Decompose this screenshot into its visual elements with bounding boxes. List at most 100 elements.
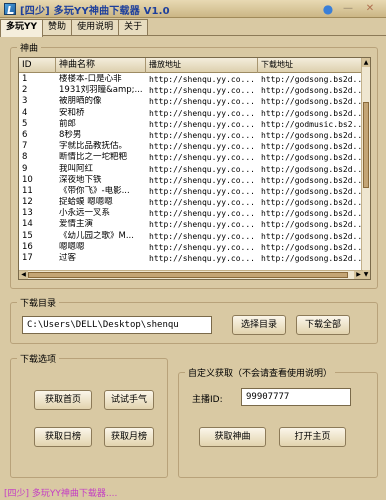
try-luck-button[interactable]: 试试手气 xyxy=(104,390,154,410)
cell-id: 13 xyxy=(22,208,33,219)
cell-name: 嗯嗯嗯 xyxy=(59,241,85,252)
cell-name: 被朋晒的像 xyxy=(59,96,102,107)
table-row[interactable]: 5 前郎 http://shenqu.yy.co... http://godmusic… xyxy=(19,119,363,130)
table-row[interactable]: 14 爱情主演 http://shenqu.yy.co... http://godso… xyxy=(19,219,363,230)
cell-name: 楼楼本-口是心非 xyxy=(59,74,122,84)
cell-name: 捉蛤蟆 嗯嗯嗯 xyxy=(59,197,113,208)
cell-download-url: http://godsong.bs2d... xyxy=(261,75,363,84)
cell-download-url: http://godsong.bs2d... xyxy=(261,142,363,152)
status-text: [四少] 多玩YY神曲下载器.... xyxy=(4,489,118,499)
table-row[interactable]: 17 过客 http://shenqu.yy.co... http://godsong… xyxy=(19,253,363,264)
songs-list[interactable]: ID 神曲名称 播放地址 下载地址 1 楼楼本-口是心非 http://shenqu… xyxy=(18,57,371,280)
list-header: ID 神曲名称 播放地址 下载地址 xyxy=(19,58,363,73)
download-path-input[interactable]: C:\Users\DELL\Desktop\shenqu xyxy=(22,316,212,334)
cell-play-url: http://shenqu.yy.co... xyxy=(149,254,255,263)
column-header-download-url[interactable]: 下载地址 xyxy=(258,58,363,73)
table-row[interactable]: 16 嗯嗯嗯 http://shenqu.yy.co... http://godson… xyxy=(19,242,363,253)
select-dir-button[interactable]: 选择目录 xyxy=(232,315,286,335)
cell-play-url: http://shenqu.yy.co... xyxy=(149,86,255,96)
cell-id: 4 xyxy=(22,107,28,118)
cell-play-url: http://shenqu.yy.co... xyxy=(149,198,255,208)
scroll-left-icon[interactable]: ◀ xyxy=(19,271,28,279)
cell-download-url: http://godsong.bs2d... xyxy=(261,153,363,163)
host-id-input[interactable]: 99907777 xyxy=(241,388,351,406)
scroll-right-icon[interactable]: ▶ xyxy=(354,271,363,279)
table-row[interactable]: 13 小永远一叉系 http://shenqu.yy.co... http://god… xyxy=(19,208,363,219)
cell-download-url: http://godsong.bs2d... xyxy=(261,97,363,107)
cell-download-url: http://godsong.bs2d... xyxy=(261,220,363,230)
tab-content-border xyxy=(0,35,386,36)
cell-name: 1931刘羽瞳&amp;... xyxy=(59,85,143,96)
cell-play-url: http://shenqu.yy.co... xyxy=(149,75,255,84)
cell-play-url: http://shenqu.yy.co... xyxy=(149,231,255,241)
cell-id: 14 xyxy=(22,219,33,230)
column-header-play-url[interactable]: 播放地址 xyxy=(146,58,258,73)
download-all-button[interactable]: 下载全部 xyxy=(296,315,350,335)
cell-id: 15 xyxy=(22,230,33,241)
column-header-id[interactable]: ID xyxy=(19,58,56,73)
cell-id: 2 xyxy=(22,85,28,96)
cell-name: 8秒男 xyxy=(59,129,82,140)
cell-id: 6 xyxy=(22,129,28,140)
table-row[interactable]: 6 8秒男 http://shenqu.yy.co... http://godsong… xyxy=(19,130,363,141)
cell-id: 10 xyxy=(22,174,33,185)
cell-play-url: http://shenqu.yy.co... xyxy=(149,209,255,219)
get-daily-rank-button[interactable]: 获取日榜 xyxy=(34,427,92,447)
get-monthly-rank-button[interactable]: 获取月榜 xyxy=(104,427,154,447)
get-songs-button[interactable]: 获取神曲 xyxy=(199,427,266,447)
minimize-icon[interactable]: — xyxy=(342,3,354,15)
download-dir-label: 下载目录 xyxy=(17,296,60,309)
table-row[interactable]: 3 被朋晒的像 http://shenqu.yy.co... http://godso… xyxy=(19,96,363,107)
cell-play-url: http://shenqu.yy.co... xyxy=(149,164,255,174)
scroll-down-icon[interactable]: ▼ xyxy=(362,270,370,279)
cell-name: 深夜地下铁 xyxy=(59,174,102,185)
cell-id: 12 xyxy=(22,197,33,208)
cell-name: 安和桥 xyxy=(59,107,85,118)
table-row[interactable]: 15 《幼儿园之歌》M... http://shenqu.yy.co... http:… xyxy=(19,231,363,242)
open-homepage-button[interactable]: 打开主页 xyxy=(279,427,346,447)
vertical-scroll-thumb[interactable] xyxy=(363,102,369,188)
horizontal-scrollbar[interactable]: ◀ ▶ xyxy=(19,270,363,279)
tab-instructions[interactable]: 使用说明 xyxy=(71,19,120,36)
tab-duowan-yy[interactable]: 多玩YY xyxy=(0,19,44,37)
tab-about[interactable]: 关于 xyxy=(118,19,149,36)
songs-group-label: 神曲 xyxy=(17,41,42,54)
pin-icon[interactable]: ● xyxy=(322,3,334,15)
get-home-button[interactable]: 获取首页 xyxy=(34,390,92,410)
custom-fetch-label: 自定义获取（不会请查看使用说明） xyxy=(185,366,336,379)
cell-name: 《幼儿园之歌》M... xyxy=(59,230,134,241)
table-row[interactable]: 8 断情比之一坨粑粑 http://shenqu.yy.co... http://go… xyxy=(19,152,363,163)
cell-id: 8 xyxy=(22,152,28,163)
cell-name: 前郎 xyxy=(59,118,77,129)
table-row[interactable]: 10 深夜地下铁 http://shenqu.yy.co... http://gods… xyxy=(19,175,363,186)
cell-download-url: http://godsong.bs2d... xyxy=(261,231,363,241)
cell-download-url: http://godsong.bs2d... xyxy=(261,242,363,252)
cell-download-url: http://godsong.bs2d... xyxy=(261,254,363,263)
table-row[interactable]: 2 1931刘羽瞳&amp;... http://shenqu.yy.co... ht… xyxy=(19,85,363,96)
tab-bar: 多玩YY 赞助 使用说明 关于 xyxy=(0,19,149,37)
close-icon[interactable]: ✕ xyxy=(364,3,376,15)
column-header-name[interactable]: 神曲名称 xyxy=(56,58,146,73)
cell-play-url: http://shenqu.yy.co... xyxy=(149,108,255,118)
cell-play-url: http://shenqu.yy.co... xyxy=(149,142,255,152)
vertical-scrollbar[interactable]: ▲ ▼ xyxy=(361,58,370,279)
table-row[interactable]: 11 《带你飞》-电影... http://shenqu.yy.co... http:… xyxy=(19,186,363,197)
table-row[interactable]: 9 我叫阿红 http://shenqu.yy.co... http://godson… xyxy=(19,164,363,175)
cell-download-url: http://godsong.bs2d... xyxy=(261,175,363,185)
cell-play-url: http://shenqu.yy.co... xyxy=(149,175,255,185)
table-row[interactable]: 12 捉蛤蟆 嗯嗯嗯 http://shenqu.yy.co... http://go… xyxy=(19,197,363,208)
table-row[interactable]: 7 字就比品教抚估。 http://shenqu.yy.co... http://go… xyxy=(19,141,363,152)
scroll-up-icon[interactable]: ▲ xyxy=(362,58,370,67)
table-row[interactable]: 4 安和桥 http://shenqu.yy.co... http://godsong… xyxy=(19,108,363,119)
tab-sponsor[interactable]: 赞助 xyxy=(42,19,73,36)
cell-download-url: http://godsong.bs2d... xyxy=(261,86,363,96)
title-bar: [四少] 多玩YY神曲下载器 V1.0 ● — ✕ xyxy=(0,0,386,18)
cell-id: 11 xyxy=(22,185,33,196)
cell-play-url: http://shenqu.yy.co... xyxy=(149,153,255,163)
cell-play-url: http://shenqu.yy.co... xyxy=(149,130,255,140)
cell-name: 过客 xyxy=(59,253,77,263)
cell-play-url: http://shenqu.yy.co... xyxy=(149,220,255,230)
horizontal-scroll-thumb[interactable] xyxy=(28,272,348,278)
table-row[interactable]: 1 楼楼本-口是心非 http://shenqu.yy.co... http://go… xyxy=(19,74,363,85)
cell-name: 《带你飞》-电影... xyxy=(59,185,130,196)
